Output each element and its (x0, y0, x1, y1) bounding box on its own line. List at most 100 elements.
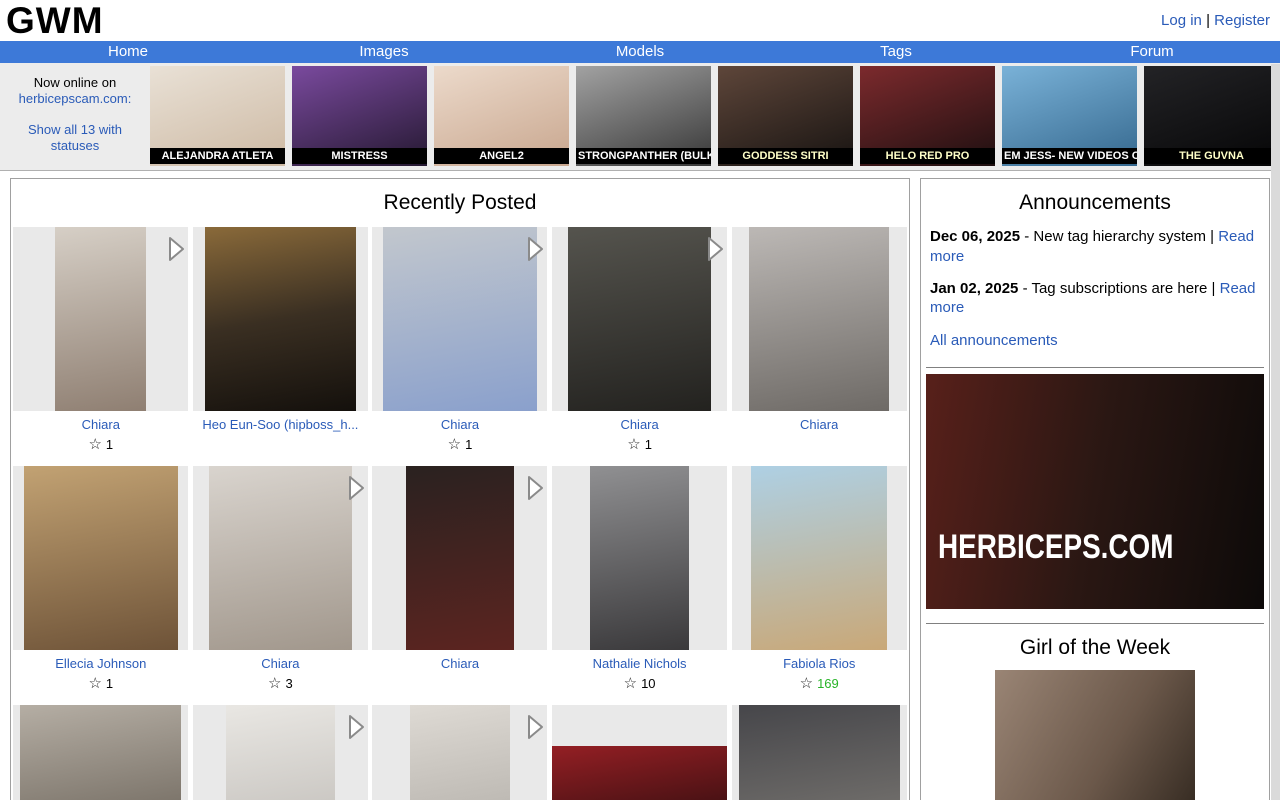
image-thumbnail[interactable] (732, 227, 907, 411)
nav-item-models[interactable]: Models (512, 41, 768, 63)
announcements-title: Announcements (926, 191, 1264, 215)
model-name-link[interactable]: Chiara (82, 417, 120, 432)
online-model-thumb[interactable]: ANGEL2 (434, 66, 569, 166)
image-card: Chiara ☆ 1 (11, 227, 191, 453)
image-photo[interactable] (568, 227, 712, 411)
image-thumbnail[interactable] (13, 705, 188, 800)
all-announcements-link[interactable]: All announcements (930, 332, 1058, 349)
star-count: 1 (106, 676, 113, 691)
image-photo[interactable] (24, 466, 178, 650)
image-thumbnail[interactable] (732, 705, 907, 800)
show-all-statuses-link[interactable]: Show all 13 with statuses (16, 122, 134, 155)
image-photo[interactable] (55, 227, 146, 411)
play-icon[interactable] (523, 473, 547, 503)
image-card: Chiara ☆ (729, 227, 909, 453)
image-thumbnail[interactable] (552, 466, 727, 650)
sidebar-divider-2 (926, 623, 1264, 624)
play-icon[interactable] (344, 712, 368, 742)
image-card: ☆ (11, 705, 191, 800)
model-name-link[interactable]: Nathalie Nichols (593, 656, 687, 671)
site-logo[interactable]: GWM (6, 2, 104, 40)
image-thumbnail[interactable] (193, 466, 368, 650)
announcement-text: - Tag subscriptions are here | (1018, 280, 1219, 297)
nav-item-images[interactable]: Images (256, 41, 512, 63)
image-card: Chiara ☆ 1 (550, 227, 730, 453)
online-model-thumb[interactable]: GODDESS SITRI (718, 66, 853, 166)
announcement-item: Jan 02, 2025 - Tag subscriptions are her… (930, 279, 1260, 319)
model-name-link[interactable]: Chiara (441, 656, 479, 671)
image-photo[interactable] (749, 227, 889, 411)
online-model-name: HELO RED PRO (860, 148, 995, 164)
image-card: ☆ (729, 705, 909, 800)
scrollbar[interactable] (1271, 64, 1280, 800)
online-model-thumb[interactable]: ALEJANDRA ATLETA (150, 66, 285, 166)
image-thumbnail[interactable] (13, 227, 188, 411)
online-model-thumb[interactable]: MISTRESS (292, 66, 427, 166)
online-model-thumb[interactable]: HELO RED PRO (860, 66, 995, 166)
image-thumbnail[interactable] (372, 466, 547, 650)
play-icon[interactable] (523, 234, 547, 264)
model-name-link[interactable]: Chiara (441, 417, 479, 432)
model-name-link[interactable]: Chiara (261, 656, 299, 671)
login-link[interactable]: Log in (1161, 12, 1202, 29)
image-photo[interactable] (739, 705, 900, 800)
model-name-link[interactable]: Fabiola Rios (783, 656, 855, 671)
image-photo[interactable] (590, 466, 690, 650)
image-photo[interactable] (20, 705, 181, 800)
image-thumbnail[interactable] (372, 227, 547, 411)
play-icon[interactable] (703, 234, 727, 264)
image-photo[interactable] (226, 705, 335, 800)
herbicepscam-link[interactable]: herbicepscam.com: (19, 91, 132, 107)
image-photo[interactable] (406, 466, 515, 650)
header: GWM Log in | Register (0, 0, 1280, 41)
online-model-name: STRONGPANTHER (BULKIN (576, 148, 711, 164)
image-thumbnail[interactable] (372, 705, 547, 800)
online-model-thumb[interactable]: EM JESS- NEW VIDEOS ON (1002, 66, 1137, 166)
stars-row: ☆ 1 (88, 675, 113, 692)
image-photo[interactable] (751, 466, 888, 650)
star-icon: ☆ (448, 437, 461, 452)
image-thumbnail[interactable] (552, 705, 727, 800)
play-icon[interactable] (344, 473, 368, 503)
nav-item-tags[interactable]: Tags (768, 41, 1024, 63)
play-icon[interactable] (523, 712, 547, 742)
image-grid: Chiara ☆ 1 Heo Eun-Soo (hipboss_h... ☆ C… (11, 227, 909, 800)
model-name-link[interactable]: Chiara (800, 417, 838, 432)
star-count: 169 (817, 676, 839, 691)
image-photo[interactable] (552, 746, 727, 800)
star-count: 3 (286, 676, 293, 691)
play-icon[interactable] (164, 234, 188, 264)
image-thumbnail[interactable] (193, 227, 368, 411)
online-now-bar: Now online on herbicepscam.com: Show all… (0, 63, 1280, 171)
online-model-name: EM JESS- NEW VIDEOS ON (1002, 148, 1137, 164)
star-icon: ☆ (88, 437, 101, 452)
nav-item-home[interactable]: Home (0, 41, 256, 63)
image-photo[interactable] (205, 227, 356, 411)
stars-row: ☆ 1 (88, 436, 113, 453)
image-thumbnail[interactable] (732, 466, 907, 650)
image-thumbnail[interactable] (193, 705, 368, 800)
nav-item-forum[interactable]: Forum (1024, 41, 1280, 63)
image-thumbnail[interactable] (552, 227, 727, 411)
image-card: Chiara ☆ 1 (370, 227, 550, 453)
online-model-name: MISTRESS (292, 148, 427, 164)
online-model-thumb[interactable]: THE GUVNA (1144, 66, 1279, 166)
image-card: Chiara ☆ (370, 466, 550, 692)
image-thumbnail[interactable] (13, 466, 188, 650)
image-photo[interactable] (410, 705, 510, 800)
model-name-link[interactable]: Ellecia Johnson (55, 656, 146, 671)
online-model-thumb[interactable]: STRONGPANTHER (BULKIN (576, 66, 711, 166)
image-photo[interactable] (209, 466, 353, 650)
announcement-date: Jan 02, 2025 (930, 280, 1018, 297)
model-name-link[interactable]: Chiara (620, 417, 658, 432)
model-name-link[interactable]: Heo Eun-Soo (hipboss_h... (202, 417, 358, 432)
online-prefix: Now online on (0, 75, 150, 91)
recently-posted-panel: Recently Posted Chiara ☆ 1 Heo Eun-Soo (… (10, 178, 910, 800)
sidebar-divider (926, 367, 1264, 368)
herbiceps-ad-banner[interactable]: HERBICEPS.COM (926, 374, 1264, 609)
register-link[interactable]: Register (1214, 12, 1270, 29)
recently-posted-title: Recently Posted (11, 191, 909, 215)
online-model-thumbs: ALEJANDRA ATLETA MISTRESS ANGEL2 STRONGP… (150, 63, 1279, 170)
image-photo[interactable] (383, 227, 537, 411)
girl-of-the-week-image[interactable] (995, 670, 1195, 800)
